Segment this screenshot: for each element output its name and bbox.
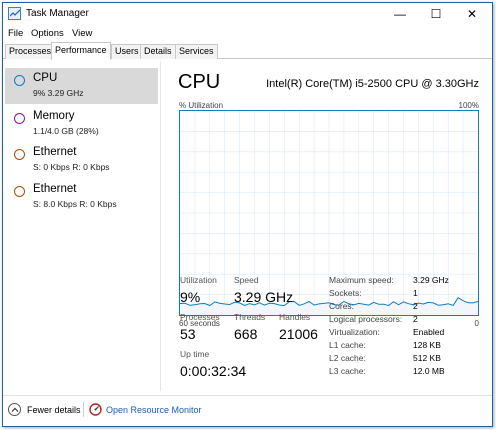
sidebar-item-detail: S: 8.0 Kbps R: 0 Kbps bbox=[33, 199, 117, 209]
close-icon: ✕ bbox=[466, 7, 478, 21]
sidebar-item-name: Memory bbox=[33, 110, 75, 122]
sidebar-item-name: Ethernet bbox=[33, 183, 77, 195]
info-key: Cores: bbox=[329, 301, 355, 311]
info-key: L2 cache: bbox=[329, 353, 366, 363]
threads-label: Threads bbox=[234, 312, 266, 322]
fewer-details-link[interactable]: Fewer details bbox=[27, 405, 81, 415]
info-value: 2 bbox=[413, 314, 418, 324]
tab-services[interactable]: Services bbox=[175, 44, 218, 59]
info-key: L1 cache: bbox=[329, 340, 366, 350]
menu-view[interactable]: View bbox=[72, 28, 92, 39]
sidebar-item-ethernet-2[interactable]: Ethernet S: 8.0 Kbps R: 0 Kbps bbox=[5, 179, 158, 215]
minimize-icon: — bbox=[394, 7, 406, 21]
sidebar-item-name: Ethernet bbox=[33, 146, 77, 158]
sidebar-item-cpu[interactable]: CPU 9% 3.29 GHz bbox=[5, 68, 158, 104]
info-value: 128 KB bbox=[413, 340, 441, 350]
tab-strip: Processes Performance Users Details Serv… bbox=[3, 42, 492, 60]
footer-separator bbox=[83, 402, 84, 417]
info-value: 2 bbox=[413, 301, 418, 311]
info-key: Sockets: bbox=[329, 288, 362, 298]
info-value: 512 KB bbox=[413, 353, 441, 363]
memory-ring-icon bbox=[14, 113, 25, 124]
info-value: 1 bbox=[413, 288, 418, 298]
tab-processes[interactable]: Processes bbox=[5, 44, 56, 59]
maximize-icon: ☐ bbox=[430, 7, 442, 21]
footer-bar: Fewer details Open Resource Monitor bbox=[3, 399, 492, 423]
tab-users[interactable]: Users bbox=[111, 44, 143, 59]
info-key: Maximum speed: bbox=[329, 275, 394, 285]
cpu-ring-icon bbox=[14, 75, 25, 86]
info-key: L3 cache: bbox=[329, 366, 366, 376]
sidebar-item-memory[interactable]: Memory 1.1/4.0 GB (28%) bbox=[5, 106, 158, 142]
utilization-value: 9% bbox=[180, 289, 201, 305]
processes-label: Processes bbox=[180, 312, 220, 322]
threads-value: 668 bbox=[234, 326, 258, 342]
info-value: 3.29 GHz bbox=[413, 275, 449, 285]
utilization-label: Utilization bbox=[180, 275, 217, 285]
ethernet-ring-icon bbox=[14, 186, 25, 197]
info-value: 12.0 MB bbox=[413, 366, 445, 376]
graph-y-max: 100% bbox=[458, 101, 479, 110]
tab-performance[interactable]: Performance bbox=[51, 42, 111, 60]
processes-value: 53 bbox=[180, 326, 196, 342]
task-manager-window: Task Manager — ☐ ✕ File Options View Pro… bbox=[2, 2, 493, 427]
graph-x-right: 0 bbox=[474, 319, 479, 328]
sidebar-item-name: CPU bbox=[33, 72, 58, 84]
maximize-button[interactable]: ☐ bbox=[420, 3, 452, 25]
handles-value: 21006 bbox=[279, 326, 318, 342]
speed-value: 3.29 GHz bbox=[234, 289, 294, 305]
info-key: Logical processors: bbox=[329, 314, 403, 324]
sidebar-item-detail: 1.1/4.0 GB (28%) bbox=[33, 126, 99, 136]
sidebar-divider bbox=[160, 61, 161, 391]
resource-monitor-icon[interactable] bbox=[89, 403, 102, 416]
tab-details[interactable]: Details bbox=[140, 44, 176, 59]
footer-divider bbox=[3, 395, 492, 396]
cpu-utilization-graph bbox=[179, 110, 479, 316]
sidebar-item-detail: S: 0 Kbps R: 0 Kbps bbox=[33, 162, 110, 172]
info-value: Enabled bbox=[413, 327, 445, 337]
uptime-label: Up time bbox=[180, 349, 210, 359]
info-key: Virtualization: bbox=[329, 327, 380, 337]
window-title: Task Manager bbox=[26, 8, 89, 19]
page-title: CPU bbox=[178, 71, 221, 93]
open-resource-monitor-link[interactable]: Open Resource Monitor bbox=[106, 405, 202, 415]
sidebar-item-detail: 9% 3.29 GHz bbox=[33, 88, 84, 98]
graph-y-label: % Utilization bbox=[179, 101, 224, 110]
menu-bar: File Options View bbox=[3, 25, 492, 41]
ethernet-ring-icon bbox=[14, 149, 25, 160]
title-bar: Task Manager — ☐ ✕ bbox=[3, 3, 492, 25]
menu-file[interactable]: File bbox=[8, 28, 23, 39]
uptime-value: 0:00:32:34 bbox=[180, 363, 247, 379]
performance-sidebar: CPU 9% 3.29 GHz Memory 1.1/4.0 GB (28%) … bbox=[5, 66, 158, 396]
cpu-model-name: Intel(R) Core(TM) i5-2500 CPU @ 3.30GHz bbox=[266, 78, 479, 90]
speed-label: Speed bbox=[234, 275, 259, 285]
task-manager-app-icon bbox=[8, 7, 21, 20]
handles-label: Handles bbox=[279, 312, 311, 322]
cpu-detail-panel: CPU Intel(R) Core(TM) i5-2500 CPU @ 3.30… bbox=[173, 63, 489, 393]
close-button[interactable]: ✕ bbox=[456, 3, 488, 25]
menu-options[interactable]: Options bbox=[31, 28, 64, 39]
sidebar-item-ethernet-1[interactable]: Ethernet S: 0 Kbps R: 0 Kbps bbox=[5, 142, 158, 178]
chevron-up-icon[interactable] bbox=[8, 403, 21, 416]
minimize-button[interactable]: — bbox=[384, 3, 416, 25]
